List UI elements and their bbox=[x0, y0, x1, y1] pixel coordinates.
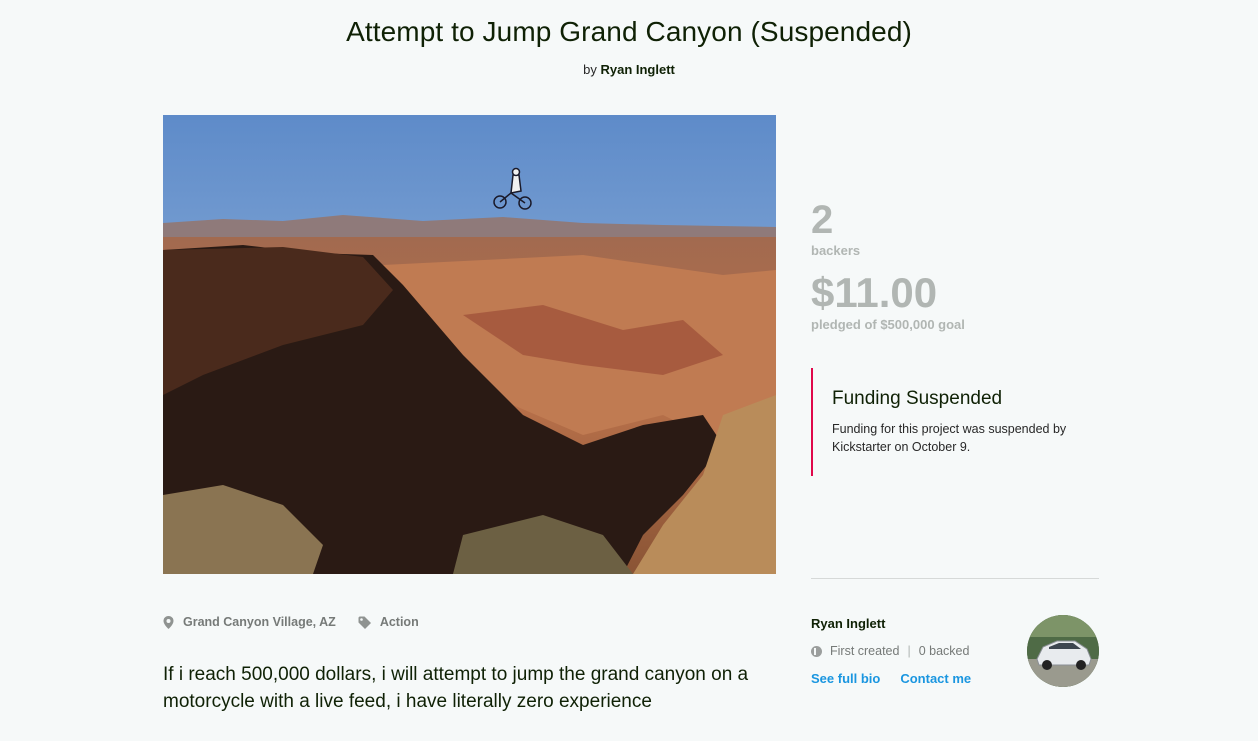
backed-count: 0 backed bbox=[918, 644, 970, 658]
tag-icon bbox=[358, 616, 371, 629]
creator-name[interactable]: Ryan Inglett bbox=[811, 616, 885, 631]
project-description: If i reach 500,000 dollars, i will attem… bbox=[163, 664, 749, 712]
funding-suspended-notice: Funding Suspended Funding for this proje… bbox=[811, 368, 1101, 476]
category-link[interactable]: Action bbox=[358, 615, 419, 629]
suspended-message: Funding for this project was suspended b… bbox=[832, 422, 1067, 454]
contact-me-link[interactable]: Contact me bbox=[900, 671, 971, 686]
creator-meta: First created | 0 backed bbox=[811, 644, 969, 658]
suspended-heading: Funding Suspended bbox=[832, 388, 1003, 409]
funding-stats: 2 backers $11.00 pledged of $500,000 goa… bbox=[811, 200, 1101, 332]
pledged-amount: $11.00 bbox=[811, 269, 938, 316]
project-title: Attempt to Jump Grand Canyon (Suspended) bbox=[346, 16, 912, 47]
backers-count: 2 bbox=[811, 198, 834, 242]
creator-links: See full bio Contact me bbox=[811, 671, 971, 686]
project-meta-row: Grand Canyon Village, AZ Action bbox=[163, 615, 419, 629]
backers-label: backers bbox=[811, 243, 861, 258]
byline-prefix: by bbox=[583, 62, 597, 77]
location-text: Grand Canyon Village, AZ bbox=[183, 615, 336, 629]
first-created-label: First created bbox=[830, 644, 900, 658]
divider bbox=[811, 578, 1099, 579]
pledged-label: pledged of $500,000 goal bbox=[811, 317, 965, 332]
map-pin-icon bbox=[163, 615, 174, 629]
creator-avatar[interactable] bbox=[1027, 615, 1099, 687]
see-full-bio-link[interactable]: See full bio bbox=[811, 671, 880, 686]
kickstarter-icon bbox=[811, 645, 822, 657]
meta-separator: | bbox=[907, 644, 911, 658]
category-text: Action bbox=[379, 615, 419, 629]
project-page: Attempt to Jump Grand Canyon (Suspended)… bbox=[0, 0, 1258, 741]
byline-creator-link[interactable]: Ryan Inglett bbox=[600, 62, 674, 77]
location-link[interactable]: Grand Canyon Village, AZ bbox=[163, 615, 336, 629]
byline: by Ryan Inglett bbox=[0, 62, 1258, 77]
project-hero-image[interactable] bbox=[163, 115, 776, 574]
